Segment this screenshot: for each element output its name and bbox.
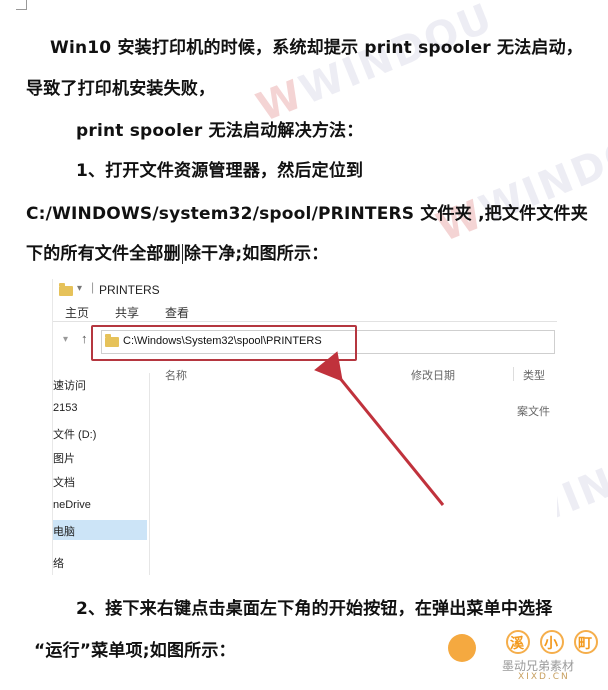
paragraph-line: 1、打开文件资源管理器，然后定位到 <box>76 161 364 181</box>
document-page: WWINDOU WWINDOU WWINDOU WWINDOU Win10 安装… <box>0 0 608 686</box>
text-cursor <box>181 244 183 264</box>
watermark: WWINDOU <box>250 0 500 132</box>
paragraph-line: “运行”菜单项;如图所示： <box>34 641 236 661</box>
paragraph-line: C:/WINDOWS/system32/spool/PRINTERS 文件夹 ,… <box>26 204 588 224</box>
paragraph-line: 下的所有文件全部删 除干净;如图所示： <box>26 243 328 265</box>
site-logo: 溪 小 町 墨动兄弟素材 XIXD.CN <box>440 628 608 686</box>
paragraph-line: print spooler 无法启动解决方法： <box>76 121 364 141</box>
watermark: WWINDOU <box>430 114 608 252</box>
paragraph-line: 2、接下来右键点击桌面左下角的开始按钮，在弹出菜单中选择 <box>76 599 553 619</box>
paragraph-line: 导致了打印机安装失败， <box>26 79 216 99</box>
explorer-screenshot: ▾ | PRINTERS 主页 共享 查看 ▾ ↑ C:\Windows\Sys… <box>52 279 557 575</box>
page-corner-mark <box>16 9 27 10</box>
logo-char: 溪 <box>510 636 524 652</box>
logo-url: XIXD.CN <box>518 672 570 682</box>
annotation-arrow <box>314 351 445 506</box>
arrow-line <box>314 351 445 506</box>
logo-char: 町 <box>578 636 592 652</box>
text-segment: 下的所有文件全部删 <box>26 244 181 264</box>
paragraph-line: Win10 安装打印机的时候，系统却提示 print spooler 无法启动， <box>50 38 584 58</box>
logo-char: 小 <box>544 636 558 652</box>
text-segment: 除干净;如图所示： <box>183 244 329 264</box>
